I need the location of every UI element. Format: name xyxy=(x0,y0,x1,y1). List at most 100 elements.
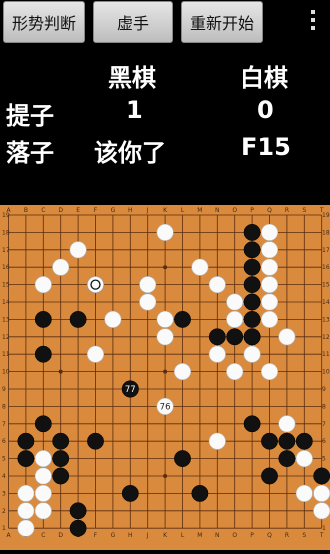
column-label: M xyxy=(197,532,202,539)
black-stone xyxy=(243,241,261,259)
black-stone xyxy=(52,432,70,450)
column-label: B xyxy=(24,207,28,214)
black-stone xyxy=(174,450,191,468)
row-label: 19 xyxy=(2,212,10,219)
black-stone xyxy=(121,484,139,502)
move-number-label: 76 xyxy=(160,402,171,412)
column-label: J xyxy=(146,532,149,539)
white-stone xyxy=(208,276,226,294)
row-label: 2 xyxy=(2,508,6,515)
row-label: 17 xyxy=(2,247,10,254)
situation-judge-button[interactable]: 形势判断 xyxy=(3,1,85,43)
white-stone xyxy=(34,450,52,468)
captures-label: 提子 xyxy=(6,102,54,130)
white-stone xyxy=(278,415,296,433)
star-point xyxy=(58,369,63,374)
row-label: 9 xyxy=(2,386,6,393)
go-board[interactable]: AABBCCDDEEFFGGHHJJKKLLMMNNOOPPQQRRSSTT19… xyxy=(0,205,330,550)
white-stone xyxy=(208,432,226,450)
row-label: 12 xyxy=(2,334,10,341)
black-stone xyxy=(52,467,70,485)
row-label: 19 xyxy=(322,212,330,219)
black-stone xyxy=(34,415,52,433)
white-stone xyxy=(34,276,52,294)
row-label: 18 xyxy=(322,229,330,236)
column-label: P xyxy=(250,532,254,539)
black-stone xyxy=(52,450,70,468)
white-stone xyxy=(260,293,278,311)
row-label: 15 xyxy=(322,282,330,289)
column-label: D xyxy=(58,207,63,214)
overflow-menu-icon[interactable] xyxy=(308,8,318,34)
star-point xyxy=(163,474,168,478)
black-stone xyxy=(69,310,87,328)
column-label: R xyxy=(285,532,289,539)
black-stone xyxy=(243,258,261,276)
black-stone xyxy=(243,293,261,311)
row-label: 13 xyxy=(322,316,330,323)
black-stone xyxy=(174,310,191,328)
white-stone xyxy=(87,345,105,363)
black-stone xyxy=(295,432,313,450)
black-stone xyxy=(69,519,87,537)
column-label: S xyxy=(302,207,306,214)
captures-white: 0 xyxy=(257,96,274,124)
white-stone xyxy=(17,502,35,520)
black-stone xyxy=(17,432,35,450)
move-label: 落子 xyxy=(6,139,54,167)
black-stone xyxy=(191,484,209,502)
row-label: 1 xyxy=(322,525,326,532)
column-label: O xyxy=(232,207,237,214)
white-stone xyxy=(313,502,330,520)
row-label: 4 xyxy=(2,473,6,480)
pass-button[interactable]: 虚手 xyxy=(93,1,173,43)
white-stone xyxy=(139,276,157,294)
column-label: G xyxy=(111,207,116,214)
column-label: C xyxy=(41,532,45,539)
white-stone xyxy=(34,467,52,485)
column-label: T xyxy=(319,532,324,539)
row-label: 5 xyxy=(2,456,6,463)
row-label: 7 xyxy=(322,421,326,428)
white-stone xyxy=(17,519,35,537)
row-label: 16 xyxy=(322,264,330,271)
black-stone xyxy=(226,328,244,346)
white-stone xyxy=(260,363,278,381)
row-label: 7 xyxy=(2,421,6,428)
white-stone xyxy=(174,363,192,381)
column-label: S xyxy=(302,532,306,539)
black-stone xyxy=(243,276,261,294)
column-label: O xyxy=(232,532,237,539)
row-label: 14 xyxy=(2,299,10,306)
column-label: P xyxy=(250,207,254,214)
black-stone xyxy=(278,432,296,450)
column-label: N xyxy=(215,532,220,539)
white-stone xyxy=(226,310,244,328)
row-label: 16 xyxy=(2,264,10,271)
row-label: 5 xyxy=(322,456,326,463)
restart-button[interactable]: 重新开始 xyxy=(181,1,263,43)
column-label: H xyxy=(128,532,133,539)
white-stone xyxy=(17,484,35,502)
star-point xyxy=(163,369,168,374)
white-stone xyxy=(34,502,52,520)
white-stone xyxy=(104,310,122,328)
go-board-svg[interactable]: AABBCCDDEEFFGGHHJJKKLLMMNNOOPPQQRRSSTT19… xyxy=(0,205,330,550)
white-stone xyxy=(208,345,226,363)
row-label: 1 xyxy=(2,525,6,532)
row-label: 8 xyxy=(322,403,326,410)
captures-black: 1 xyxy=(126,96,143,124)
black-stone xyxy=(243,310,261,328)
column-label: F xyxy=(94,532,98,539)
white-stone xyxy=(260,310,278,328)
black-stone xyxy=(243,328,261,346)
white-stone xyxy=(313,484,330,502)
white-stone xyxy=(139,293,157,311)
black-stone xyxy=(261,467,278,485)
column-label: M xyxy=(197,207,202,214)
row-label: 15 xyxy=(2,282,10,289)
white-stone xyxy=(156,328,174,346)
black-stone xyxy=(313,467,330,485)
move-white-last: F15 xyxy=(241,133,291,161)
column-label: E xyxy=(76,207,80,214)
